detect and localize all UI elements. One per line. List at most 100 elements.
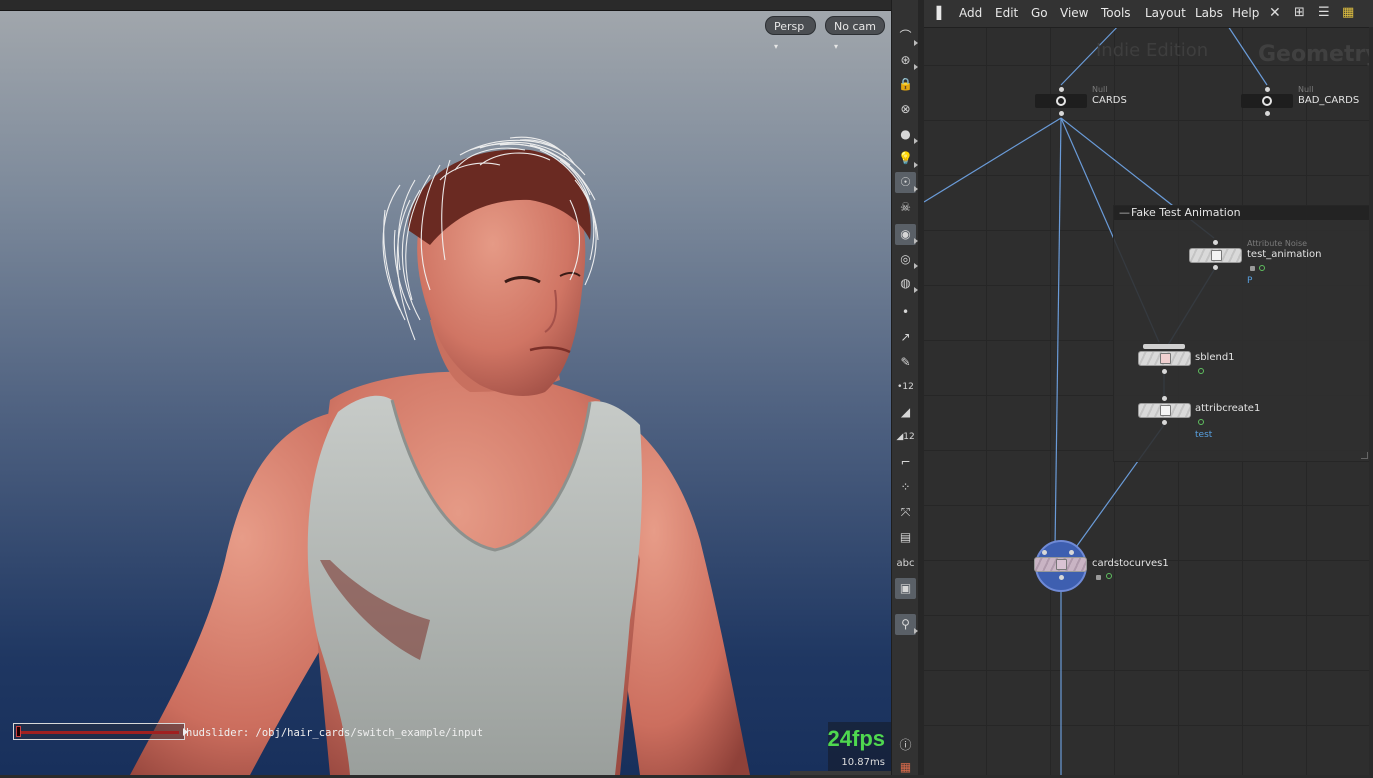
tree-view-icon[interactable]: ⊞ (1294, 5, 1310, 21)
network-editor[interactable]: ▐ Add Edit Go View Tools Layout Labs Hel… (924, 0, 1373, 775)
background-image-icon[interactable]: ▣ (895, 578, 916, 599)
node-type-label: Attribute Noise (1247, 239, 1308, 248)
camera-select-button[interactable]: No cam ▾ (825, 16, 885, 51)
context-watermark: Geometry (1258, 42, 1373, 67)
scene-viewport[interactable]: Persp ▾ No cam ▾ hudslider: /obj/hair_ca… (0, 0, 891, 775)
brush-icon[interactable]: ✎ (895, 352, 916, 373)
eye-lock-icon[interactable]: ◍ (895, 273, 918, 294)
sequence-blend-icon (1160, 353, 1171, 364)
output-connector[interactable] (1265, 111, 1270, 116)
input-connector[interactable] (1213, 240, 1218, 245)
hud-slider-track (19, 731, 179, 734)
node-flag-label: P (1247, 276, 1253, 286)
point-number-icon[interactable]: •12 (895, 377, 916, 398)
cook-status-icon (1106, 573, 1112, 579)
normal-icon[interactable]: ⤧ (895, 502, 916, 523)
shelf-toggle[interactable]: ▐ (932, 6, 941, 20)
visibility-icon[interactable]: ⌒ (895, 26, 918, 47)
viewport-status-strip (790, 771, 891, 775)
cook-status-icon (1198, 419, 1204, 425)
template-icon[interactable]: ⊛ (895, 50, 918, 71)
node-name-label: test_animation (1247, 249, 1322, 260)
hud-slider-handle[interactable] (16, 726, 21, 737)
list-view-icon[interactable]: ☰ (1318, 5, 1334, 21)
input-connector[interactable] (1069, 550, 1074, 555)
hud-slider-label: hudslider: /obj/hair_cards/switch_exampl… (186, 727, 484, 739)
node-type-label: Null (1092, 85, 1108, 94)
node-attribcreate[interactable] (1138, 403, 1191, 418)
node-sblend[interactable] (1138, 351, 1191, 366)
menu-labs[interactable]: Labs (1195, 6, 1223, 20)
point-number-label: 12 (902, 382, 914, 392)
menu-help[interactable]: Help (1232, 6, 1259, 20)
face-icon[interactable]: ◉ (895, 224, 918, 245)
light-bulb-icon[interactable]: 💡 (895, 148, 918, 169)
lock-icon[interactable] (1096, 575, 1101, 580)
output-connector[interactable] (1162, 420, 1167, 425)
output-connector[interactable] (1059, 111, 1064, 116)
network-menubar: ▐ Add Edit Go View Tools Layout Labs Hel… (924, 0, 1373, 28)
color-palette-icon[interactable]: ▦ (1342, 5, 1358, 21)
input-connector[interactable] (1162, 396, 1167, 401)
chevron-down-icon: ▾ (774, 42, 779, 51)
node-cards[interactable] (1035, 94, 1087, 108)
text-abc-icon[interactable]: abc (895, 553, 916, 574)
cards-to-curves-icon (1056, 559, 1067, 570)
primitive-icon[interactable]: ◢ (895, 402, 916, 423)
collapse-icon[interactable]: — (1119, 206, 1130, 220)
multi-input-connector[interactable] (1143, 344, 1185, 349)
pin-icon[interactable]: ⚲ (895, 614, 918, 635)
network-box-title[interactable]: — Fake Test Animation (1114, 206, 1370, 220)
info-icon[interactable]: ⓘ (895, 735, 916, 756)
edge-icon[interactable]: ⌐ (895, 452, 916, 473)
attribute-create-icon (1160, 405, 1171, 416)
input-connector[interactable] (1059, 87, 1064, 92)
primitive-number-label: 12 (903, 432, 915, 442)
output-connector[interactable] (1059, 575, 1064, 580)
node-cardstocurves[interactable] (1034, 557, 1087, 572)
node-name-label: BAD_CARDS (1298, 95, 1360, 106)
eye-icon[interactable]: ◎ (895, 249, 918, 270)
point-icon[interactable]: • (895, 302, 916, 323)
output-connector[interactable] (1213, 265, 1218, 270)
menu-layout[interactable]: Layout (1145, 6, 1186, 20)
bounding-box-icon[interactable]: ▤ (895, 527, 916, 548)
null-ring-icon (1262, 96, 1272, 106)
camera-mode-button[interactable]: Persp ▾ (765, 16, 816, 51)
network-box[interactable]: — Fake Test Animation (1113, 205, 1371, 462)
skull-icon[interactable]: ☠ (895, 197, 916, 218)
resize-handle-icon[interactable] (1361, 452, 1368, 459)
hud-slider[interactable] (13, 723, 188, 740)
camera-mode-label: Persp (774, 20, 805, 33)
menu-view[interactable]: View (1060, 6, 1088, 20)
shading-sphere-icon[interactable]: ● (895, 124, 918, 145)
vertex-icon[interactable]: ⁘ (895, 477, 916, 498)
node-name-label: sblend1 (1195, 352, 1235, 363)
menu-add[interactable]: Add (959, 6, 982, 20)
node-test-animation[interactable] (1189, 248, 1242, 263)
input-connector[interactable] (1042, 550, 1047, 555)
menu-go[interactable]: Go (1031, 6, 1048, 20)
close-geometry-icon[interactable]: ⊗ (895, 99, 916, 120)
cook-status-icon (1198, 368, 1204, 374)
point-normal-icon[interactable]: ↗ (895, 327, 916, 348)
node-flag-label: test (1195, 430, 1213, 440)
frame-time-readout: 10.87ms (841, 757, 885, 768)
character-model (130, 136, 750, 775)
node-name-label: cardstocurves1 (1092, 558, 1169, 569)
node-type-label: Null (1298, 85, 1314, 94)
input-connector[interactable] (1265, 87, 1270, 92)
menu-tools[interactable]: Tools (1101, 6, 1131, 20)
primitive-number-icon[interactable]: ◢12 (895, 427, 916, 448)
headlight-icon[interactable]: ☉ (895, 172, 918, 193)
menu-edit[interactable]: Edit (995, 6, 1018, 20)
node-bad-cards[interactable] (1241, 94, 1293, 108)
text-abc-label: abc (896, 558, 915, 569)
lock-icon[interactable]: 🔒 (895, 74, 916, 95)
lock-icon[interactable] (1250, 266, 1255, 271)
cook-status-icon (1259, 265, 1265, 271)
output-connector[interactable] (1162, 369, 1167, 374)
wrench-icon[interactable]: ✕ (1269, 5, 1285, 21)
network-box-label: Fake Test Animation (1131, 206, 1241, 219)
scrollbar[interactable] (1369, 27, 1373, 775)
